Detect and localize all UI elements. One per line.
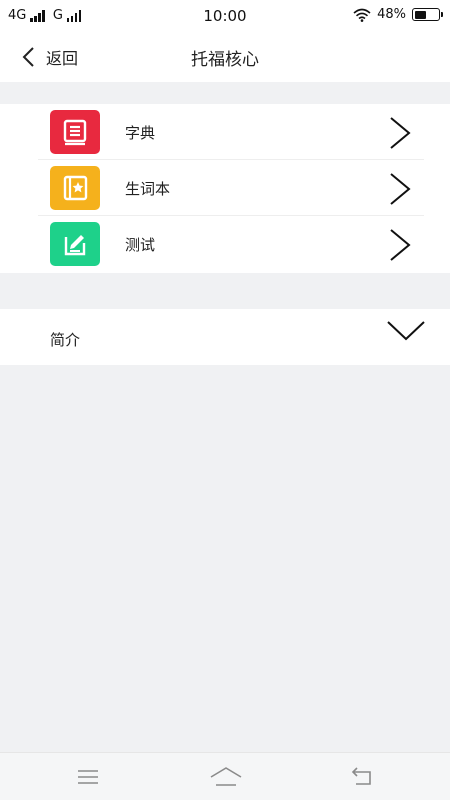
back-icon[interactable] bbox=[350, 765, 374, 789]
menu-list: 字典 生词本 测试 bbox=[0, 104, 450, 273]
chevron-left-icon bbox=[22, 47, 34, 67]
battery-percent: 48% bbox=[377, 7, 406, 22]
status-right: 48% bbox=[353, 7, 443, 22]
system-nav-bar bbox=[0, 752, 450, 800]
menu-item-dictionary[interactable]: 字典 bbox=[0, 104, 450, 160]
chevron-right-icon bbox=[390, 117, 411, 149]
menu-item-label: 生词本 bbox=[125, 180, 171, 198]
home-icon[interactable] bbox=[209, 765, 243, 789]
battery-icon bbox=[412, 8, 443, 21]
star-notebook-icon bbox=[50, 166, 100, 210]
chevron-right-icon bbox=[390, 173, 411, 205]
status-bar: 4G G 10:00 48% bbox=[0, 0, 450, 32]
chevron-right-icon bbox=[390, 229, 411, 261]
menu-item-test[interactable]: 测试 bbox=[0, 216, 450, 272]
menu-item-label: 测试 bbox=[125, 236, 156, 254]
intro-section[interactable]: 简介 bbox=[0, 309, 450, 365]
nav-bar: 返回 托福核心 bbox=[0, 32, 450, 82]
wifi-icon bbox=[353, 8, 371, 22]
battery-fill bbox=[414, 10, 426, 19]
pencil-test-icon bbox=[50, 222, 100, 266]
menu-item-label: 字典 bbox=[125, 124, 156, 142]
menu-item-vocabulary-book[interactable]: 生词本 bbox=[0, 160, 450, 216]
chevron-down-icon bbox=[387, 321, 425, 341]
menu-icon[interactable] bbox=[76, 765, 100, 789]
intro-label: 简介 bbox=[50, 331, 81, 349]
dictionary-book-icon bbox=[50, 110, 100, 154]
back-button[interactable]: 返回 bbox=[20, 42, 78, 72]
back-label: 返回 bbox=[46, 49, 79, 68]
